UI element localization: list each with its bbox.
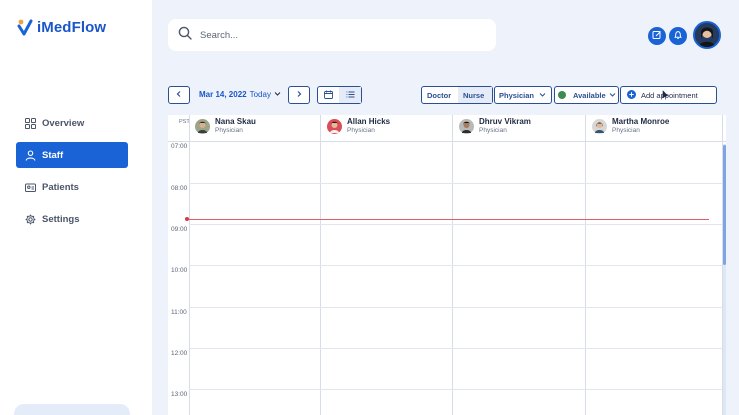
sidebar-item-label: Staff	[42, 149, 64, 161]
list-icon	[346, 90, 355, 101]
staff-name: Nana Skau	[215, 117, 256, 126]
staff-name: Martha Monroe	[612, 117, 670, 126]
person-icon	[25, 149, 36, 161]
role-filter-select[interactable]: Physician	[494, 86, 552, 104]
next-day-button[interactable]	[288, 86, 310, 104]
sidebar-item-label: Overview	[42, 117, 85, 129]
role-tabs: Doctor Nurse	[421, 86, 493, 104]
avatar	[327, 118, 342, 134]
tab-doctor[interactable]: Doctor	[422, 87, 458, 103]
id-card-icon	[25, 182, 36, 193]
view-toggle	[317, 86, 362, 104]
staff-name: Allan Hicks	[347, 117, 391, 126]
role-filter-value: Physician	[499, 90, 535, 100]
sidebar-item-staff[interactable]: Staff	[16, 142, 128, 168]
chevron-left-icon	[175, 90, 183, 100]
hour-gridline	[189, 224, 722, 225]
staff-column-header[interactable]: Allan Hicks Physician	[327, 117, 390, 135]
gear-icon	[25, 214, 36, 225]
time-label: 08:00	[171, 185, 188, 192]
time-label: 12:00	[171, 350, 188, 357]
sidebar-item-settings[interactable]: Settings	[16, 206, 128, 232]
list-view-button[interactable]	[339, 87, 361, 103]
time-label: 13:00	[171, 391, 188, 398]
current-time-indicator	[187, 219, 709, 220]
app-logo[interactable]: iMedFlow	[17, 18, 106, 36]
logo-icon	[17, 18, 33, 36]
hour-gridline	[189, 183, 722, 184]
staff-calendar: PST Nana Skau Physician Allan Hicks Phys…	[168, 115, 726, 415]
sidebar: iMedFlow Overview Staff Patients Setting…	[0, 0, 152, 415]
current-time-dot	[185, 217, 189, 221]
available-status-dot	[558, 91, 566, 99]
add-appointment-label: Add appointment	[641, 90, 698, 100]
staff-column-header[interactable]: Nana Skau Physician	[195, 117, 256, 135]
calendar-icon	[324, 90, 333, 101]
grid-icon	[25, 117, 36, 129]
time-label: 11:00	[171, 309, 187, 316]
sidebar-nav: Overview Staff Patients Settings	[16, 110, 128, 238]
hour-gridline	[189, 389, 722, 390]
add-appointment-button[interactable]: Add appointment	[620, 86, 717, 104]
chevron-down-icon	[609, 91, 616, 100]
staff-column-header[interactable]: Dhruv Vikram Physician	[459, 117, 531, 135]
today-label: Today	[249, 90, 271, 99]
tab-nurse[interactable]: Nurse	[458, 87, 492, 103]
sidebar-item-patients[interactable]: Patients	[16, 174, 128, 200]
staff-column-header[interactable]: Martha Monroe Physician	[592, 117, 669, 135]
chevron-down-icon	[539, 91, 546, 100]
time-label: 09:00	[171, 226, 188, 233]
sidebar-item-label: Patients	[42, 181, 79, 193]
hour-gridline	[189, 348, 722, 349]
staff-role: Physician	[215, 127, 243, 134]
calendar-view-button[interactable]	[318, 87, 339, 103]
current-date: Mar 14, 2022	[199, 90, 247, 99]
search-bar[interactable]	[168, 19, 496, 51]
availability-select[interactable]: Available	[554, 86, 619, 104]
bell-icon	[673, 27, 683, 45]
hour-gridline	[189, 265, 722, 266]
sidebar-item-label: Settings	[42, 213, 80, 225]
calendar-header: PST Nana Skau Physician Allan Hicks Phys…	[168, 115, 726, 142]
app-name: iMedFlow	[37, 18, 107, 36]
avatar	[195, 118, 210, 134]
hour-gridline	[189, 307, 722, 308]
search-input[interactable]	[200, 29, 460, 41]
staff-role: Physician	[347, 127, 375, 134]
staff-role: Physician	[479, 127, 507, 134]
chevron-right-icon	[295, 90, 303, 100]
time-label: 10:00	[171, 267, 188, 274]
plus-icon	[627, 89, 636, 101]
staff-name: Dhruv Vikram	[479, 117, 531, 126]
prev-day-button[interactable]	[168, 86, 190, 104]
staff-role: Physician	[612, 127, 640, 134]
avatar	[592, 118, 607, 134]
time-label: 07:00	[171, 143, 188, 150]
calendar-scrollbar-thumb[interactable]	[723, 145, 726, 265]
edit-icon	[652, 27, 662, 45]
compose-button[interactable]	[648, 27, 666, 45]
user-avatar[interactable]	[693, 21, 721, 49]
sidebar-item-overview[interactable]: Overview	[16, 110, 128, 136]
notifications-button[interactable]	[669, 27, 687, 45]
chevron-down-icon	[274, 90, 281, 99]
availability-value: Available	[573, 90, 606, 100]
search-icon	[178, 26, 192, 45]
avatar	[459, 118, 474, 134]
date-picker[interactable]: Mar 14, 2022 Today	[199, 90, 281, 99]
sidebar-bottom-card[interactable]	[14, 404, 130, 415]
